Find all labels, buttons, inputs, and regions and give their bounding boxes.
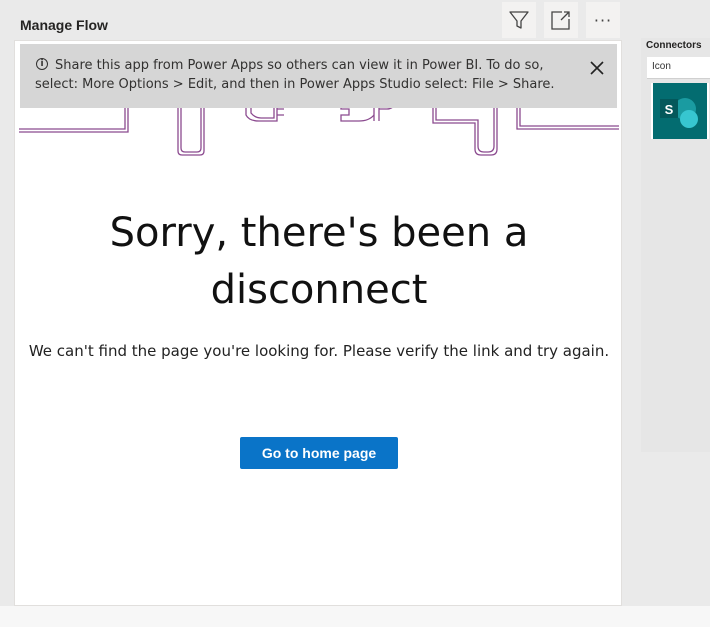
- sharepoint-letter: S: [665, 102, 674, 117]
- error-message: We can't find the page you're looking fo…: [28, 342, 610, 360]
- connector-tile[interactable]: S: [651, 83, 709, 139]
- connectors-panel: Connectors Icon S: [641, 38, 710, 452]
- more-options-button[interactable]: ···: [586, 2, 620, 38]
- close-banner-button[interactable]: [585, 56, 609, 80]
- focus-mode-icon: [551, 11, 570, 30]
- share-info-banner: i Share this app from Power Apps so othe…: [20, 44, 617, 108]
- close-icon: [590, 61, 604, 75]
- connectors-label: Connectors: [646, 40, 702, 51]
- sharepoint-icon: S: [653, 83, 707, 139]
- visual-header: Manage Flow ···: [0, 0, 710, 40]
- visual-title: Manage Flow: [20, 17, 108, 33]
- more-options-icon: ···: [593, 10, 613, 30]
- error-heading: Sorry, there's been a disconnect: [109, 210, 529, 313]
- focus-mode-button[interactable]: [544, 2, 578, 38]
- go-to-home-page-button[interactable]: Go to home page: [240, 437, 398, 469]
- icon-column-label: Icon: [652, 61, 671, 72]
- power-apps-visual: Sorry, there's been a disconnect We can'…: [14, 40, 622, 606]
- share-info-text: Share this app from Power Apps so others…: [35, 58, 555, 92]
- canvas-bottom-strip: [0, 606, 710, 627]
- icon-column-header: Icon: [647, 57, 710, 79]
- filter-icon: [509, 11, 529, 29]
- filter-button[interactable]: [502, 2, 536, 38]
